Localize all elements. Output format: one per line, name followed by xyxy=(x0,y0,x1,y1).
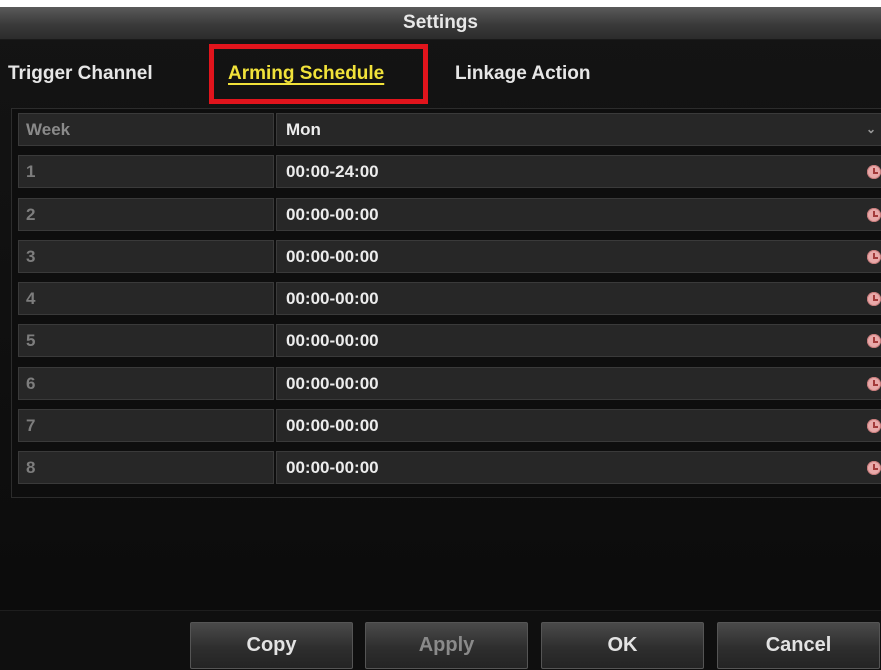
table-row: 3 00:00-00:00 xyxy=(12,240,881,273)
period-index: 3 xyxy=(18,240,274,273)
schedule-table: Week Mon ⌄ 1 00:00-24:00 2 00:00-00:00 3… xyxy=(11,108,881,498)
chevron-down-icon[interactable]: ⌄ xyxy=(865,123,877,135)
table-row: 8 00:00-00:00 xyxy=(12,451,881,484)
period-time: 00:00-24:00 xyxy=(286,162,379,181)
period-time-field[interactable]: 00:00-00:00 xyxy=(276,451,881,484)
period-index: 5 xyxy=(18,324,274,357)
period-time-field[interactable]: 00:00-24:00 xyxy=(276,155,881,188)
week-select[interactable]: Mon ⌄ xyxy=(276,113,881,146)
apply-button[interactable]: Apply xyxy=(365,622,528,669)
ok-button[interactable]: OK xyxy=(541,622,704,669)
clock-icon[interactable] xyxy=(867,419,881,433)
table-row: 2 00:00-00:00 xyxy=(12,198,881,231)
period-time-field[interactable]: 00:00-00:00 xyxy=(276,240,881,273)
period-time-field[interactable]: 00:00-00:00 xyxy=(276,198,881,231)
week-value: Mon xyxy=(286,120,321,139)
table-row: 1 00:00-24:00 xyxy=(12,155,881,188)
table-row: 5 00:00-00:00 xyxy=(12,324,881,357)
clock-icon[interactable] xyxy=(867,292,881,306)
period-index: 4 xyxy=(18,282,274,315)
period-time-field[interactable]: 00:00-00:00 xyxy=(276,324,881,357)
period-time: 00:00-00:00 xyxy=(286,247,379,266)
table-row: 6 00:00-00:00 xyxy=(12,367,881,400)
clock-icon[interactable] xyxy=(867,461,881,475)
period-index: 7 xyxy=(18,409,274,442)
copy-button[interactable]: Copy xyxy=(190,622,353,669)
tab-linkage-action[interactable]: Linkage Action xyxy=(455,57,590,91)
period-index: 6 xyxy=(18,367,274,400)
tab-trigger-channel[interactable]: Trigger Channel xyxy=(8,57,153,91)
table-row: 7 00:00-00:00 xyxy=(12,409,881,442)
table-row: 4 00:00-00:00 xyxy=(12,282,881,315)
annotation-highlight-box xyxy=(209,44,428,104)
week-label: Week xyxy=(18,113,274,146)
button-bar: Copy Apply OK Cancel xyxy=(0,610,881,670)
period-index: 1 xyxy=(18,155,274,188)
period-time: 00:00-00:00 xyxy=(286,289,379,308)
period-time: 00:00-00:00 xyxy=(286,374,379,393)
period-time: 00:00-00:00 xyxy=(286,331,379,350)
dialog-title: Settings xyxy=(0,7,881,40)
week-row: Week Mon ⌄ xyxy=(12,113,881,146)
period-time: 00:00-00:00 xyxy=(286,458,379,477)
clock-icon[interactable] xyxy=(867,208,881,222)
clock-icon[interactable] xyxy=(867,334,881,348)
period-time: 00:00-00:00 xyxy=(286,205,379,224)
settings-dialog: Settings Trigger Channel Arming Schedule… xyxy=(0,7,881,670)
clock-icon[interactable] xyxy=(867,377,881,391)
clock-icon[interactable] xyxy=(867,165,881,179)
cancel-button[interactable]: Cancel xyxy=(717,622,880,669)
period-time-field[interactable]: 00:00-00:00 xyxy=(276,367,881,400)
period-index: 8 xyxy=(18,451,274,484)
period-index: 2 xyxy=(18,198,274,231)
period-time-field[interactable]: 00:00-00:00 xyxy=(276,409,881,442)
tab-bar: Trigger Channel Arming Schedule Linkage … xyxy=(0,57,881,91)
clock-icon[interactable] xyxy=(867,250,881,264)
period-time-field[interactable]: 00:00-00:00 xyxy=(276,282,881,315)
period-time: 00:00-00:00 xyxy=(286,416,379,435)
